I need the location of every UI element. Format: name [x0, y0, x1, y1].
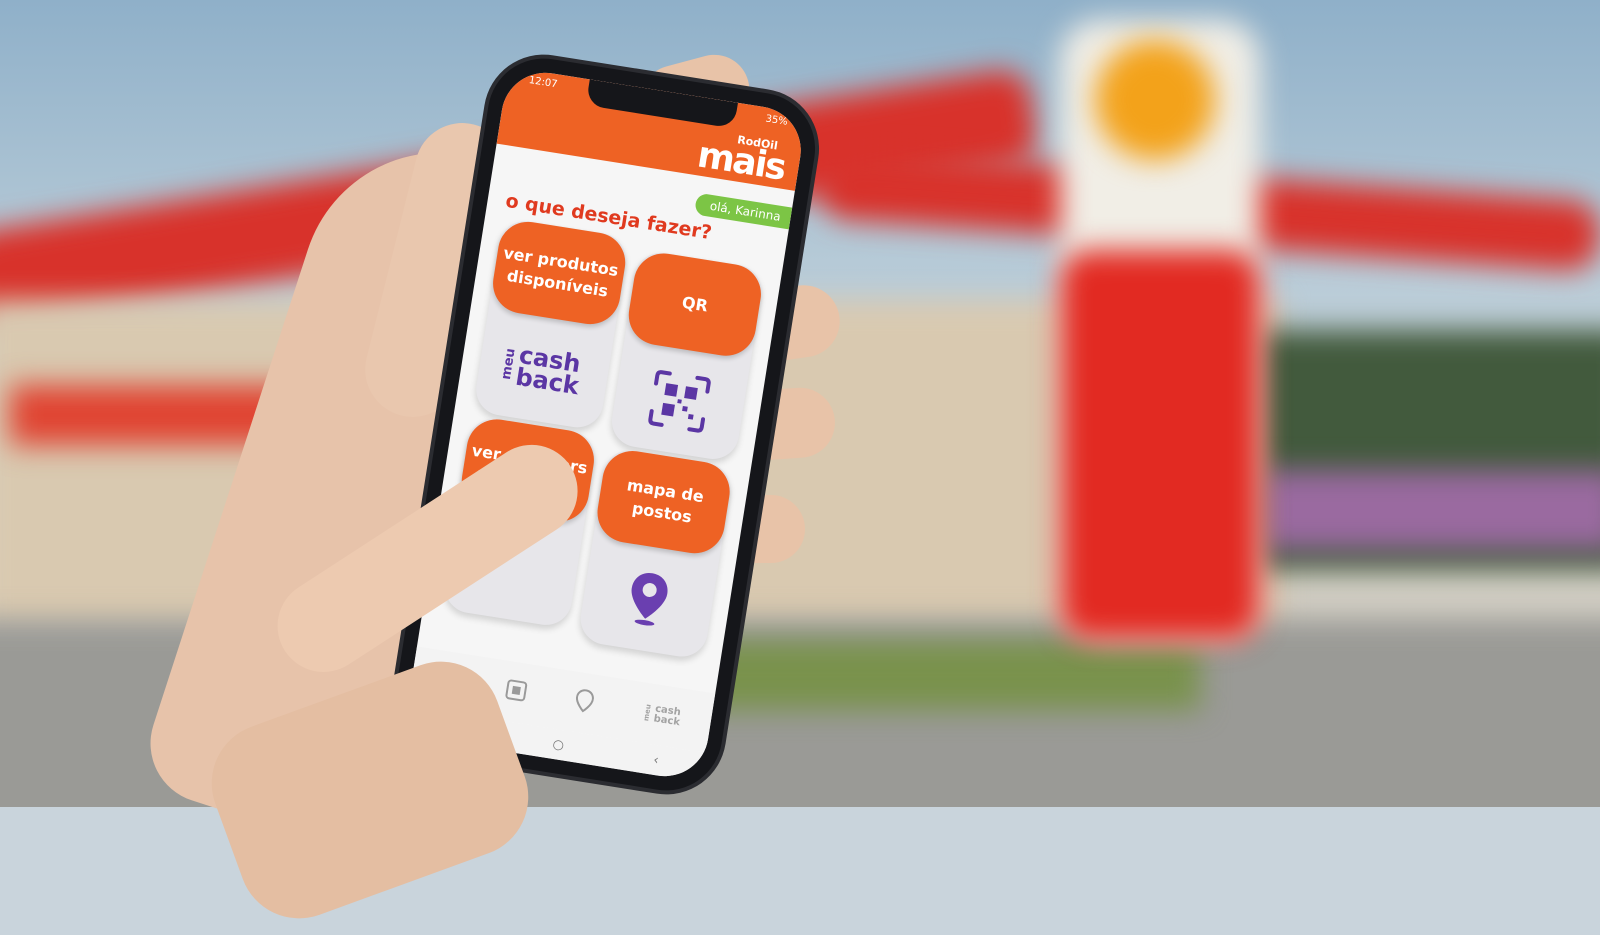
tab-cashback-meu-text: meu — [642, 704, 653, 723]
tile-ver-produtos[interactable]: ver produtos disponíveis meu cash back — [472, 217, 630, 432]
tab-map-pin-icon[interactable] — [573, 687, 595, 718]
meu-cashback-icon: meu cash back — [472, 308, 615, 431]
tab-qr-code-icon[interactable] — [503, 677, 529, 707]
station-pylon-base — [1060, 250, 1260, 640]
back-icon[interactable]: ‹ — [652, 752, 659, 768]
grass — [700, 640, 1200, 710]
tab-meu-cashback-icon[interactable]: meu cash back — [641, 703, 688, 730]
tab-cashback-main-text: cash back — [652, 703, 682, 729]
cashback-main-text: cash back — [513, 340, 583, 401]
map-pin-icon — [577, 538, 720, 661]
tile-mapa-de-postos[interactable]: mapa de postos — [576, 446, 734, 661]
station-logo — [1095, 40, 1215, 160]
qr-code-icon — [608, 340, 751, 463]
store-shelf — [1260, 470, 1600, 550]
home-icon[interactable]: ○ — [552, 736, 566, 753]
tile-qr[interactable]: QR — [608, 249, 766, 463]
